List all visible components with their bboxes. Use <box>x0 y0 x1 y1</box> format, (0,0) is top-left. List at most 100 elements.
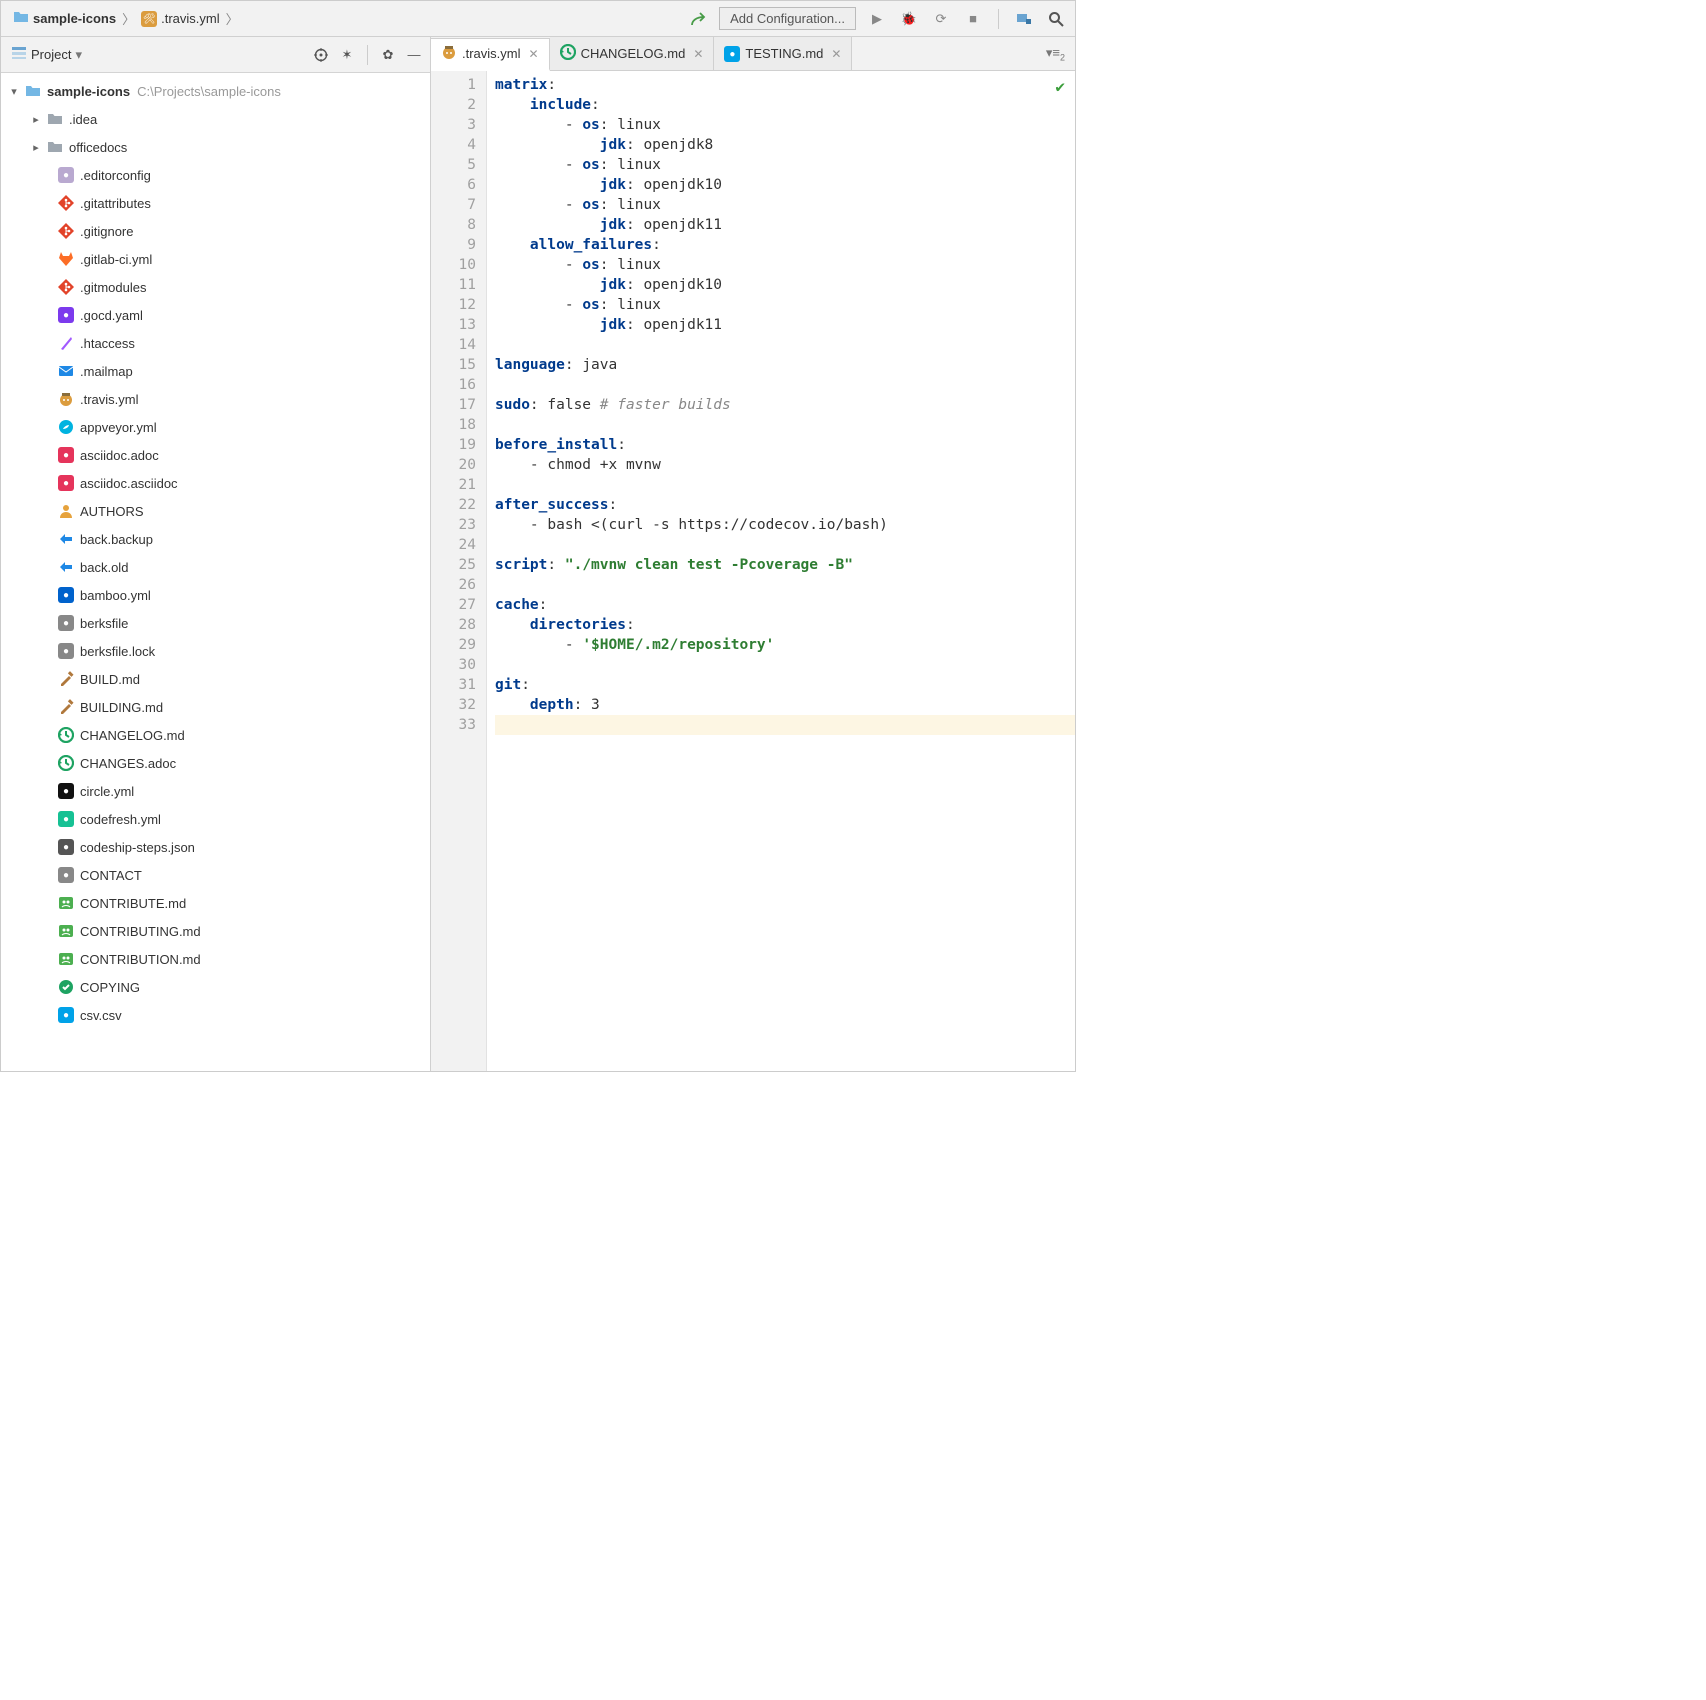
tree-file[interactable]: BUILDING.md <box>1 693 430 721</box>
tree-file[interactable]: back.backup <box>1 525 430 553</box>
code-editor[interactable]: 1234567891011121314151617181920212223242… <box>431 71 1075 1071</box>
stop-icon[interactable]: ■ <box>962 8 984 30</box>
tree-file[interactable]: CONTRIBUTE.md <box>1 889 430 917</box>
tree-file[interactable]: ●circle.yml <box>1 777 430 805</box>
tree-file[interactable]: CHANGELOG.md <box>1 721 430 749</box>
tree-file[interactable]: .htaccess <box>1 329 430 357</box>
code-line[interactable]: jdk: openjdk11 <box>495 315 1075 335</box>
code-line[interactable] <box>495 415 1075 435</box>
tree-file[interactable]: .gitattributes <box>1 189 430 217</box>
code-line[interactable] <box>495 335 1075 355</box>
breadcrumb-file[interactable]: 🛠 .travis.yml <box>137 8 224 30</box>
tree-file[interactable]: ●bamboo.yml <box>1 581 430 609</box>
expand-all-icon[interactable]: ✶ <box>337 45 357 65</box>
code-line[interactable]: jdk: openjdk8 <box>495 135 1075 155</box>
tree-file[interactable]: ●CONTACT <box>1 861 430 889</box>
editor-tab[interactable]: CHANGELOG.md✕ <box>550 37 715 70</box>
project-view-selector[interactable]: Project ▾ <box>7 43 86 66</box>
run-icon[interactable]: ▶ <box>866 8 888 30</box>
add-configuration-button[interactable]: Add Configuration... <box>719 7 856 30</box>
tree-file-label: CONTRIBUTE.md <box>78 896 186 911</box>
tree-folder[interactable]: ▸.idea <box>1 105 430 133</box>
tree-file[interactable]: ●.gocd.yaml <box>1 301 430 329</box>
code-area[interactable]: matrix: include: - os: linux jdk: openjd… <box>487 71 1075 1071</box>
code-line[interactable] <box>495 375 1075 395</box>
code-line[interactable]: - os: linux <box>495 255 1075 275</box>
project-structure-icon[interactable] <box>1013 8 1035 30</box>
code-line[interactable]: - bash <(curl -s https://codecov.io/bash… <box>495 515 1075 535</box>
close-icon[interactable]: ✕ <box>526 47 539 61</box>
search-icon[interactable] <box>1045 8 1067 30</box>
code-line[interactable]: jdk: openjdk10 <box>495 275 1075 295</box>
code-line[interactable]: depth: 3 <box>495 695 1075 715</box>
close-icon[interactable]: ✕ <box>690 47 703 61</box>
tree-file[interactable]: .travis.yml <box>1 385 430 413</box>
code-line[interactable]: - os: linux <box>495 155 1075 175</box>
tree-file[interactable]: CONTRIBUTION.md <box>1 945 430 973</box>
tree-file[interactable]: ●berksfile <box>1 609 430 637</box>
code-line[interactable]: jdk: openjdk11 <box>495 215 1075 235</box>
git-icon <box>57 194 75 212</box>
code-line[interactable]: matrix: <box>495 75 1075 95</box>
build-icon[interactable] <box>687 8 709 30</box>
hide-icon[interactable]: — <box>404 45 424 65</box>
tree-file[interactable]: ●csv.csv <box>1 1001 430 1029</box>
tree-file-label: AUTHORS <box>78 504 144 519</box>
code-line[interactable]: directories: <box>495 615 1075 635</box>
coverage-icon[interactable]: ⟳ <box>930 8 952 30</box>
tree-file[interactable]: .gitlab-ci.yml <box>1 245 430 273</box>
code-line[interactable] <box>495 535 1075 555</box>
editor-tab[interactable]: ●TESTING.md✕ <box>714 37 852 70</box>
code-line[interactable]: - chmod +x mvnw <box>495 455 1075 475</box>
tree-file[interactable]: BUILD.md <box>1 665 430 693</box>
tree-file-label: CHANGES.adoc <box>78 756 176 771</box>
folder-icon <box>46 110 64 128</box>
tree-file[interactable]: .gitmodules <box>1 273 430 301</box>
code-line[interactable]: - os: linux <box>495 295 1075 315</box>
close-icon[interactable]: ✕ <box>828 47 841 61</box>
code-line[interactable]: language: java <box>495 355 1075 375</box>
code-line[interactable] <box>495 715 1075 735</box>
code-line[interactable]: include: <box>495 95 1075 115</box>
locate-icon[interactable] <box>311 45 331 65</box>
tree-file-label: codefresh.yml <box>78 812 161 827</box>
travis-icon: 🛠 <box>141 10 157 28</box>
tree-file[interactable]: .mailmap <box>1 357 430 385</box>
tree-file[interactable]: ●codeship-steps.json <box>1 833 430 861</box>
editor-tab[interactable]: .travis.yml✕ <box>431 38 550 71</box>
code-line[interactable]: script: "./mvnw clean test -Pcoverage -B… <box>495 555 1075 575</box>
code-line[interactable]: jdk: openjdk10 <box>495 175 1075 195</box>
tree-file[interactable]: appveyor.yml <box>1 413 430 441</box>
code-line[interactable]: before_install: <box>495 435 1075 455</box>
code-line[interactable] <box>495 575 1075 595</box>
project-tree[interactable]: ▾sample-iconsC:\Projects\sample-icons▸.i… <box>1 73 430 1071</box>
tree-file[interactable]: ●asciidoc.asciidoc <box>1 469 430 497</box>
code-line[interactable]: - os: linux <box>495 115 1075 135</box>
breadcrumb-root[interactable]: sample-icons <box>9 7 120 30</box>
code-line[interactable]: - os: linux <box>495 195 1075 215</box>
code-line[interactable]: - '$HOME/.m2/repository' <box>495 635 1075 655</box>
tree-file-label: .gitlab-ci.yml <box>78 252 152 267</box>
code-line[interactable]: cache: <box>495 595 1075 615</box>
debug-icon[interactable]: 🐞 <box>898 8 920 30</box>
tree-file[interactable]: ●berksfile.lock <box>1 637 430 665</box>
code-line[interactable]: sudo: false # faster builds <box>495 395 1075 415</box>
code-line[interactable] <box>495 475 1075 495</box>
tree-file[interactable]: ●codefresh.yml <box>1 805 430 833</box>
tree-file[interactable]: COPYING <box>1 973 430 1001</box>
tree-file[interactable]: ●asciidoc.adoc <box>1 441 430 469</box>
tree-root[interactable]: ▾sample-iconsC:\Projects\sample-icons <box>1 77 430 105</box>
code-line[interactable]: allow_failures: <box>495 235 1075 255</box>
tree-file[interactable]: back.old <box>1 553 430 581</box>
tab-overflow-icon[interactable]: ▾≡2 <box>1036 45 1075 63</box>
tree-file[interactable]: CHANGES.adoc <box>1 749 430 777</box>
tree-file[interactable]: CONTRIBUTING.md <box>1 917 430 945</box>
code-line[interactable] <box>495 655 1075 675</box>
gear-icon[interactable]: ✿ <box>378 45 398 65</box>
code-line[interactable]: git: <box>495 675 1075 695</box>
tree-folder[interactable]: ▸officedocs <box>1 133 430 161</box>
tree-file[interactable]: AUTHORS <box>1 497 430 525</box>
code-line[interactable]: after_success: <box>495 495 1075 515</box>
tree-file[interactable]: ●.editorconfig <box>1 161 430 189</box>
tree-file[interactable]: .gitignore <box>1 217 430 245</box>
